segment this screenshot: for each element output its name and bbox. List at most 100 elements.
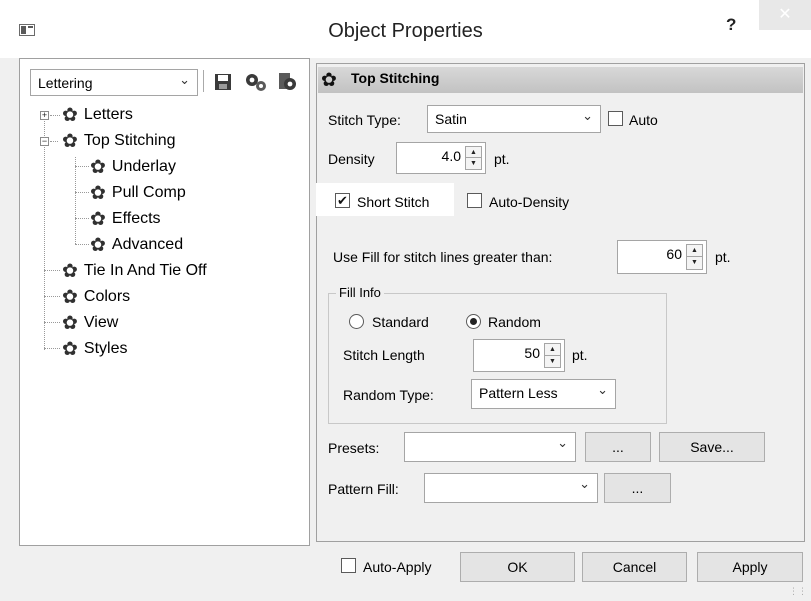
tree-line [44,348,60,349]
gear-icon: ✿ [90,234,106,256]
tree-collapse-top-stitching[interactable]: − [40,137,49,146]
presets-label: Presets: [328,440,380,456]
standard-radio[interactable] [349,314,364,329]
standard-label: Standard [372,314,429,330]
gear-icon: ✿ [90,156,106,178]
tree-expand-letters[interactable]: + [40,111,49,120]
stitch-length-value: 50 [524,345,540,361]
decrement-button[interactable]: ▼ [466,158,481,169]
pattern-browse-button[interactable]: ... [604,473,671,503]
tree-item-label: Tie In And Tie Off [83,262,207,279]
random-label: Random [488,314,541,330]
tree-item-view[interactable]: ✿ View [62,311,118,335]
gear-icon: ✿ [90,182,106,204]
chevron-down-icon: ⌄ [557,435,568,450]
chevron-down-icon: ⌄ [579,476,590,491]
help-button[interactable]: ? [726,15,736,35]
gear-icon: ✿ [62,338,78,360]
density-unit: pt. [494,151,510,167]
tree-item-label: Pull Comp [111,184,186,201]
title-bar: Object Properties ? ✕ [0,0,811,58]
short-stitch-label: Short Stitch [357,194,430,210]
random-radio[interactable] [466,314,481,329]
decrement-button[interactable]: ▼ [545,356,560,368]
increment-button[interactable]: ▲ [466,147,481,158]
decrement-button[interactable]: ▼ [687,257,702,269]
presets-browse-button[interactable]: ... [585,432,651,462]
tree-item-label: Styles [83,340,128,357]
auto-density-checkbox[interactable] [467,193,482,208]
presets-dropdown[interactable]: ⌄ [404,432,576,462]
fill-info-title: Fill Info [336,285,384,300]
gear-icon: ✿ [321,70,337,91]
gear-doc-icon[interactable] [276,72,298,92]
tree-item-label: Top Stitching [83,132,176,149]
stitch-length-stepper[interactable]: 50 ▲ ▼ [473,339,565,372]
tree-line [44,270,60,271]
use-fill-unit: pt. [715,249,731,265]
stitch-type-dropdown[interactable]: Satin ⌄ [427,105,601,133]
random-type-dropdown[interactable]: Pattern Less ⌄ [471,379,616,409]
gear-icon: ✿ [90,208,106,230]
auto-density-label: Auto-Density [489,194,570,210]
save-icon[interactable] [213,72,233,92]
tree-item-advanced[interactable]: ✿ Advanced [90,233,183,257]
density-stepper[interactable]: 4.0 ▲ ▼ [396,142,486,174]
gear-icon: ✿ [62,104,78,126]
stitch-type-value: Satin [435,111,467,127]
tree-item-effects[interactable]: ✿ Effects [90,207,161,231]
stitch-length-label: Stitch Length [343,347,425,363]
tree-item-letters[interactable]: ✿ Letters [62,103,133,127]
tree-item-underlay[interactable]: ✿ Underlay [90,155,176,179]
tree-line [44,118,45,350]
section-title: Top Stitching [351,70,440,86]
density-label: Density [328,151,375,167]
resize-grip-icon[interactable]: ⋮⋮ [789,586,807,597]
ok-button[interactable]: OK [460,552,575,582]
chevron-down-icon: ⌄ [597,382,608,397]
tree-item-styles[interactable]: ✿ Styles [62,337,128,361]
random-type-value: Pattern Less [479,385,558,401]
auto-apply-label: Auto-Apply [363,559,432,575]
save-preset-button[interactable]: Save... [659,432,765,462]
tree-line [50,115,60,116]
increment-button[interactable]: ▲ [687,245,702,257]
gears-icon[interactable] [244,72,268,92]
section-header: ✿ Top Stitching [318,67,803,93]
tree-line [75,244,89,245]
cancel-button[interactable]: Cancel [582,552,687,582]
tree-line [75,166,89,167]
tree-line [44,322,60,323]
chevron-down-icon: ⌄ [582,108,593,123]
auto-checkbox[interactable] [608,111,623,126]
toolbar-separator [203,70,204,92]
gear-icon: ✿ [62,286,78,308]
tree-item-label: Advanced [111,236,184,253]
tree-item-top-stitching[interactable]: ✿ Top Stitching [62,129,176,153]
gear-icon: ✿ [62,312,78,334]
tree-item-pull-comp[interactable]: ✿ Pull Comp [90,181,186,205]
tree-item-label: Effects [111,210,161,227]
chevron-down-icon: ⌄ [179,72,190,87]
pattern-fill-label: Pattern Fill: [328,481,399,497]
close-button[interactable]: ✕ [759,0,811,30]
short-stitch-checkbox[interactable]: ✔ [335,193,350,208]
pattern-fill-dropdown[interactable]: ⌄ [424,473,598,503]
tree-line [44,296,60,297]
use-fill-stepper[interactable]: 60 ▲ ▼ [617,240,707,274]
use-fill-label: Use Fill for stitch lines greater than: [333,249,553,265]
apply-button[interactable]: Apply [697,552,803,582]
density-value: 4.0 [441,148,461,164]
tree-item-label: View [83,314,119,331]
object-type-dropdown[interactable]: Lettering ⌄ [30,69,198,96]
window-title: Object Properties [328,20,483,42]
gear-icon: ✿ [62,260,78,282]
auto-apply-checkbox[interactable] [341,558,356,573]
increment-button[interactable]: ▲ [545,344,560,356]
tree-item-tie-in-and-tie-off[interactable]: ✿ Tie In And Tie Off [62,259,207,283]
object-properties-window: Object Properties ? ✕ Lettering ⌄ + − ✿ … [0,0,811,601]
tree-item-label: Colors [83,288,131,305]
tree-item-label: Letters [83,106,133,123]
tree-line [75,218,89,219]
tree-item-colors[interactable]: ✿ Colors [62,285,130,309]
